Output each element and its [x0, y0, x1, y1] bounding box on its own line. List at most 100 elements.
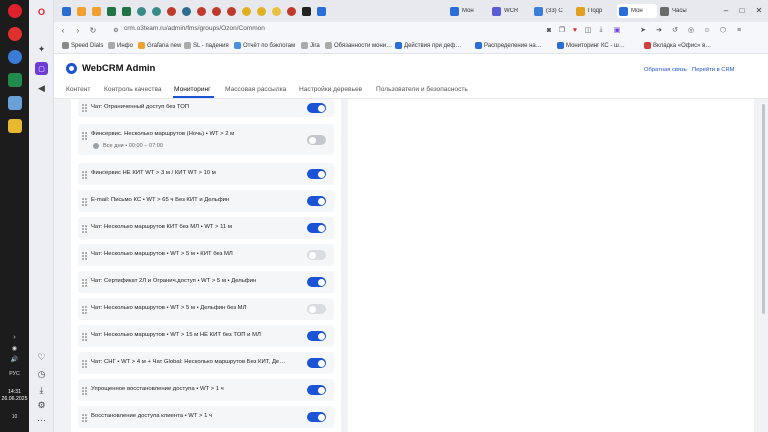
tab-favicon-globe[interactable] — [137, 6, 146, 16]
tab-favicon-red[interactable] — [287, 6, 296, 16]
workspace-icon[interactable]: ▢ — [35, 62, 48, 75]
extension-arrow-icon[interactable]: ➜ — [654, 25, 664, 35]
rule-toggle[interactable] — [307, 223, 326, 233]
history-icon[interactable]: ◷ — [35, 368, 48, 381]
extension-person-icon[interactable]: ☺ — [702, 25, 712, 35]
drag-handle-icon[interactable] — [82, 171, 87, 179]
tab-users-security[interactable]: Пользователи и безопасность — [376, 86, 468, 93]
drag-handle-icon[interactable] — [82, 252, 87, 260]
tab-monitoring[interactable]: Мониторинг — [174, 86, 211, 93]
rule-toggle[interactable] — [307, 103, 326, 113]
rule-toggle[interactable] — [307, 331, 326, 341]
minimize-button[interactable]: – — [718, 3, 734, 17]
language-indicator[interactable]: РУС — [0, 371, 29, 377]
megaphone-icon[interactable]: ◀ — [35, 82, 48, 95]
tab-favicon-globe[interactable] — [182, 6, 191, 16]
bookmark-info[interactable]: Инфо — [108, 42, 133, 49]
rule-toggle[interactable] — [307, 196, 326, 206]
rule-toggle[interactable] — [307, 304, 326, 314]
bookmark-office[interactable]: Вкладка «Офис» в… — [644, 42, 711, 49]
bookmark-grafana[interactable]: Grafana new — [138, 42, 181, 49]
bookmark-monitoring[interactable]: Мониторинг КС - ш… — [557, 42, 625, 49]
tab-content[interactable]: Контент — [66, 86, 90, 93]
menu-icon[interactable]: ≡ — [734, 25, 744, 35]
tab-favicon-word[interactable] — [62, 6, 71, 16]
rule-row[interactable]: Финсервис НЕ КИТ WT > 3 м / КИТ WT > 10 … — [78, 163, 334, 185]
tab-favicon-radiation[interactable] — [242, 6, 251, 16]
tab-favicon-red[interactable] — [197, 6, 206, 16]
maximize-button[interactable]: □ — [734, 3, 750, 17]
settings-gear-icon[interactable]: ⚙ — [35, 399, 48, 412]
aria-icon[interactable]: ✦ — [35, 43, 48, 56]
drag-handle-icon[interactable] — [82, 360, 87, 368]
extension-o-icon[interactable]: ◎ — [686, 25, 696, 35]
clock[interactable]: 14:31 26.06.2025 — [0, 389, 29, 403]
extension-refresh-icon[interactable]: ↺ — [670, 25, 680, 35]
rule-row[interactable]: Чат: СНГ • WT > 4 м + Чат Global: Нескол… — [78, 352, 334, 374]
tab-1[interactable]: Мон — [450, 4, 488, 18]
excel-icon[interactable] — [7, 73, 22, 87]
bookmark-duties[interactable]: Обязанности мони… — [325, 42, 392, 49]
url-field[interactable]: crm.o3team.ru/admin/fms/groups/Ozon/Comm… — [124, 25, 265, 32]
tab-4[interactable]: Подр — [576, 4, 616, 18]
rule-toggle[interactable] — [307, 135, 326, 145]
drag-handle-icon[interactable] — [82, 306, 87, 314]
camera-icon[interactable]: ◙ — [544, 25, 554, 35]
drag-handle-icon[interactable] — [82, 387, 87, 395]
tab-favicon-grafana[interactable] — [77, 6, 86, 16]
bookmark-actions[interactable]: Действия при деф… — [395, 42, 461, 49]
extension-vpn-icon[interactable]: ▣ — [612, 25, 622, 35]
rule-row[interactable]: Упрощенное восстановление доступа • WT >… — [78, 379, 334, 401]
tab-favicon-excel[interactable] — [122, 6, 131, 16]
drag-handle-icon[interactable] — [82, 198, 87, 206]
rule-row[interactable]: Чат: Несколько маршрутов • WT > 5 м • КИ… — [78, 244, 334, 266]
rule-row[interactable]: Чат: Несколько маршрутов • WT > 15 м НЕ … — [78, 325, 334, 347]
rule-toggle[interactable] — [307, 277, 326, 287]
rule-row[interactable]: Чат: Ограниченный доступ без ТОП — [78, 99, 334, 117]
chrome-icon[interactable] — [7, 50, 22, 64]
bookmark-backlog[interactable]: Отчёт по бэклогам — [234, 42, 295, 49]
drag-handle-icon[interactable] — [82, 132, 87, 140]
notifications-badge[interactable]: 10 — [0, 414, 29, 420]
notes-icon[interactable] — [7, 96, 22, 110]
rule-row[interactable]: Чат: Несколько маршрутов КИТ без МЛ • WT… — [78, 217, 334, 239]
close-window-button[interactable]: ✕ — [751, 3, 767, 17]
drag-handle-icon[interactable] — [82, 333, 87, 341]
site-info-icon[interactable]: ⚙ — [110, 24, 122, 36]
feedback-link[interactable]: Обратная связь — [644, 67, 687, 73]
bookmark-distribution[interactable]: Распределение на… — [475, 42, 542, 49]
tab-favicon-grafana[interactable] — [92, 6, 101, 16]
tab-mass-mailing[interactable]: Массовая рассылка — [225, 86, 286, 93]
tab-favicon-face[interactable] — [272, 6, 281, 16]
rule-toggle[interactable] — [307, 385, 326, 395]
rule-row[interactable]: Восстановление доступа клиента • WT > 1 … — [78, 406, 334, 428]
tab-tree-settings[interactable]: Настройки деревьев — [299, 86, 362, 93]
heart-icon[interactable]: ♡ — [35, 351, 48, 364]
download-icon[interactable]: ⤓ — [596, 25, 606, 35]
drag-handle-icon[interactable] — [82, 104, 87, 112]
tab-favicon-amazon[interactable] — [302, 6, 311, 16]
scrollbar-thumb[interactable] — [762, 104, 765, 314]
extension-cube-icon[interactable]: ⬡ — [718, 25, 728, 35]
tab-favicon-red[interactable] — [167, 6, 176, 16]
opera-logo-icon[interactable]: O — [35, 5, 48, 18]
drag-handle-icon[interactable] — [82, 225, 87, 233]
tab-favicon-excel[interactable] — [107, 6, 116, 16]
tab-quality-control[interactable]: Контроль качества — [104, 86, 162, 93]
yandex-browser-icon[interactable] — [7, 27, 22, 41]
goto-crm-link[interactable]: Перейти в CRM — [692, 67, 734, 73]
folder-icon[interactable] — [7, 119, 22, 133]
rule-row[interactable]: Финсервис. Несколько маршрутов (Ночь) • … — [78, 124, 334, 155]
tab-2[interactable]: WCR — [492, 4, 532, 18]
tab-5-active[interactable]: Мон — [617, 4, 657, 18]
rule-toggle[interactable] — [307, 412, 326, 422]
rule-row[interactable]: E-mail: Письмо КС • WT > 65 ч Без КИТ и … — [78, 190, 334, 212]
favorite-heart-icon[interactable]: ♥ — [570, 25, 580, 35]
drag-handle-icon[interactable] — [82, 414, 87, 422]
rule-row[interactable]: Чат: Несколько маршрутов • WT > 5 м • Де… — [78, 298, 334, 320]
chevron-up-icon[interactable]: › — [0, 334, 29, 341]
tab-favicon-red[interactable] — [212, 6, 221, 16]
volume-icon[interactable]: 🔊 — [0, 356, 29, 363]
copy-icon[interactable]: ❐ — [557, 25, 567, 35]
extensions-icon[interactable]: ◫ — [583, 25, 593, 35]
